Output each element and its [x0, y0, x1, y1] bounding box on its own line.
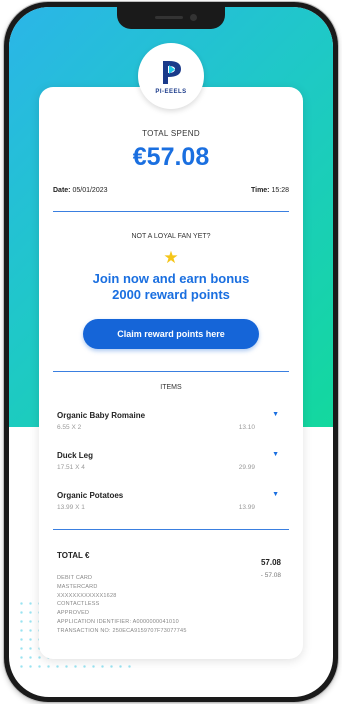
- pi-logo-icon: [163, 61, 181, 84]
- camera: [190, 14, 197, 21]
- item-price: 29.99: [238, 464, 255, 471]
- phone-screen: PI-EEELS TOTAL SPEND €57.08 Date: 05/01/…: [9, 7, 333, 697]
- item-name: Organic Baby Romaine: [57, 411, 146, 420]
- date-value: 05/01/2023: [72, 187, 108, 194]
- tx-line: MASTERCARD: [57, 583, 98, 590]
- loyalty-headline-line2: 2000 reward points: [112, 287, 230, 302]
- divider: [53, 371, 289, 373]
- tx-line: CONTACTLESS: [57, 601, 100, 608]
- items-section-label: ITEMS: [160, 384, 182, 391]
- time-value: 15:28: [271, 187, 289, 194]
- total-label: TOTAL €: [57, 551, 90, 560]
- star-icon: ★: [163, 248, 179, 267]
- time-label: Time:: [250, 187, 270, 194]
- loyalty-prompt: NOT A LOYAL FAN YET?: [131, 233, 211, 240]
- date-time-row: Date: 05/01/2023 Time: 15:28: [53, 187, 289, 194]
- tx-line: DEBIT CARD: [57, 575, 93, 581]
- tx-line: XXXXXXXXXXXX1628: [57, 592, 117, 599]
- list-item[interactable]: Duck Leg 17.51 X 4 29.99 ▼: [57, 451, 289, 481]
- divider: [53, 211, 289, 213]
- total-spend-amount: €57.08: [132, 143, 210, 171]
- receipt-card: TOTAL SPEND €57.08 Date: 05/01/2023 Time…: [39, 87, 303, 659]
- date-info: Date: 05/01/2023: [53, 187, 108, 194]
- loyalty-headline-line1: Join now and earn bonus: [92, 271, 250, 286]
- payment-amount: - 57.08: [260, 572, 281, 579]
- date-label: Date:: [53, 187, 71, 194]
- phone-frame: PI-EEELS TOTAL SPEND €57.08 Date: 05/01/…: [4, 2, 338, 702]
- tx-line: APPLICATION IDENTIFIER: A0000000041010: [57, 618, 179, 625]
- total-value: 57.08: [260, 558, 281, 567]
- chevron-down-icon[interactable]: ▼: [272, 451, 279, 458]
- tx-line: APPROVED: [57, 610, 90, 617]
- tx-line: TRANSACTION NO: 250ECA9159707F73077745: [57, 627, 187, 634]
- phone-notch: [117, 7, 225, 29]
- time-info: Time: 15:28: [251, 187, 289, 194]
- list-item[interactable]: Organic Baby Romaine 6.55 X 2 13.10 ▼: [57, 411, 289, 441]
- loyalty-headline: Join now and earn bonus 2000 reward poin…: [39, 271, 303, 303]
- transaction-details: DEBIT CARD MASTERCARD XXXXXXXXXXXX1628 C…: [57, 574, 187, 636]
- item-name: Organic Potatoes: [57, 491, 124, 500]
- item-price: 13.10: [238, 424, 255, 431]
- divider: [53, 529, 289, 531]
- list-item[interactable]: Organic Potatoes 13.99 X 1 13.99 ▼: [57, 491, 289, 521]
- item-price: 13.99: [238, 504, 255, 511]
- brand-name: PI-EEELS: [155, 89, 187, 95]
- chevron-down-icon[interactable]: ▼: [272, 491, 279, 498]
- speaker: [155, 16, 183, 19]
- item-name: Duck Leg: [57, 451, 94, 460]
- claim-reward-button[interactable]: Claim reward points here: [83, 319, 259, 349]
- total-spend-label: TOTAL SPEND: [142, 129, 200, 138]
- brand-logo: PI-EEELS: [138, 43, 204, 109]
- chevron-down-icon[interactable]: ▼: [272, 411, 279, 418]
